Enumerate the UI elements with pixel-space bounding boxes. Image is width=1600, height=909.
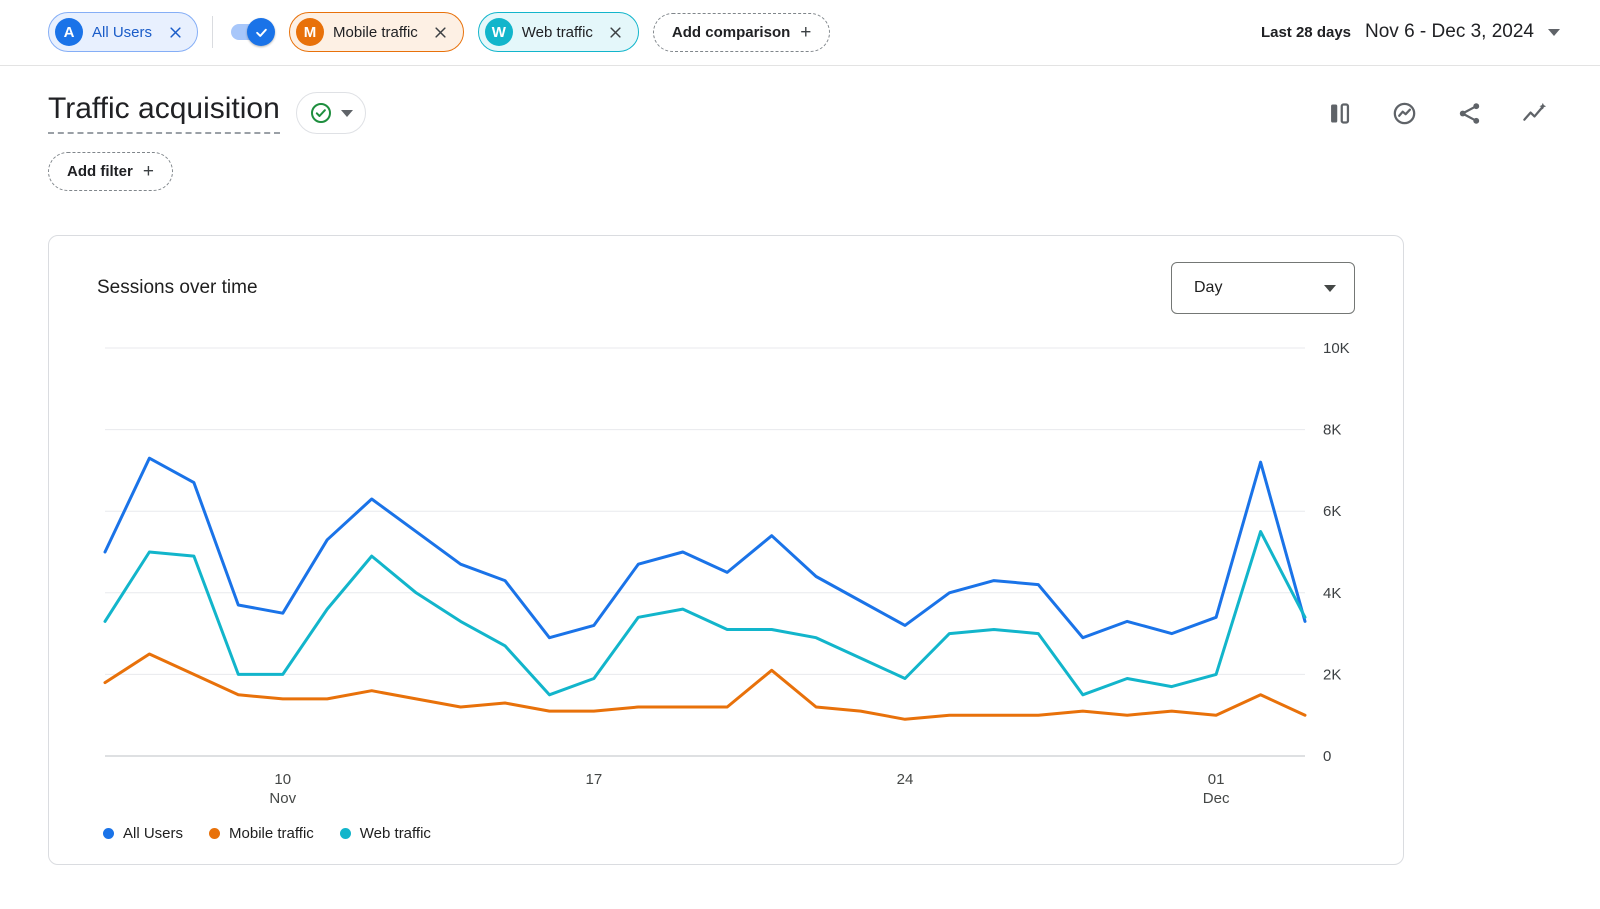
- legend-label: All Users: [123, 825, 183, 842]
- comparison-bar: A All Users M Mobile traffic W Web traff…: [0, 0, 1600, 66]
- comparison-chip-web-traffic[interactable]: W Web traffic: [478, 12, 639, 52]
- legend-dot: [103, 828, 114, 839]
- svg-text:Dec: Dec: [1203, 790, 1230, 807]
- chart-legend: All Users Mobile traffic Web traffic: [103, 825, 1403, 842]
- date-range-selector[interactable]: Last 28 days Nov 6 - Dec 3, 2024: [1261, 21, 1560, 43]
- svg-text:4K: 4K: [1323, 585, 1341, 602]
- compare-reports-icon[interactable]: [1322, 96, 1357, 131]
- sessions-over-time-card: Sessions over time Day 0 2K 4K 6K 8K 10K 10 Nov…: [48, 235, 1404, 865]
- comparison-chip-label: Web traffic: [522, 24, 593, 41]
- comparison-chip-label: Mobile traffic: [333, 24, 418, 41]
- legend-dot: [209, 828, 220, 839]
- check-circle-icon: [309, 101, 333, 125]
- legend-dot: [340, 828, 351, 839]
- close-icon[interactable]: [606, 22, 626, 42]
- close-icon[interactable]: [165, 22, 185, 42]
- legend-label: Web traffic: [360, 825, 431, 842]
- legend-item-all-users: All Users: [103, 825, 183, 842]
- add-filter-button[interactable]: Add filter +: [48, 152, 173, 191]
- svg-text:01: 01: [1208, 771, 1225, 788]
- toggle-thumb-check-icon: [247, 18, 275, 46]
- report-header: Traffic acquisition: [0, 92, 1600, 134]
- svg-text:24: 24: [897, 771, 914, 788]
- share-icon[interactable]: [1452, 96, 1487, 131]
- plus-icon: +: [800, 23, 811, 42]
- divider: [212, 16, 213, 48]
- date-range-preset: Last 28 days: [1261, 24, 1351, 41]
- add-comparison-button[interactable]: Add comparison +: [653, 13, 830, 52]
- add-comparison-label: Add comparison: [672, 24, 790, 41]
- legend-item-mobile-traffic: Mobile traffic: [209, 825, 314, 842]
- comparison-chip-all-users[interactable]: A All Users: [48, 12, 198, 52]
- add-filter-label: Add filter: [67, 163, 133, 180]
- plus-icon: +: [143, 162, 154, 181]
- svg-text:17: 17: [586, 771, 603, 788]
- sessions-chart[interactable]: 0 2K 4K 6K 8K 10K 10 Nov 17 24 01 Dec: [97, 332, 1357, 810]
- chevron-down-icon: [1548, 29, 1560, 36]
- legend-item-web-traffic: Web traffic: [340, 825, 431, 842]
- interval-dropdown[interactable]: Day: [1171, 262, 1355, 314]
- svg-text:0: 0: [1323, 748, 1331, 765]
- chevron-down-icon: [1324, 285, 1336, 292]
- comparison-chip-mobile-traffic[interactable]: M Mobile traffic: [289, 12, 464, 52]
- all-users-avatar: A: [55, 18, 83, 46]
- trending-insights-icon[interactable]: [1517, 96, 1552, 131]
- report-status-dropdown[interactable]: [296, 92, 366, 134]
- chevron-down-icon: [341, 110, 353, 117]
- svg-text:2K: 2K: [1323, 666, 1341, 683]
- svg-text:Nov: Nov: [269, 790, 296, 807]
- svg-text:8K: 8K: [1323, 422, 1341, 439]
- chart-title: Sessions over time: [97, 277, 258, 299]
- interval-value: Day: [1194, 279, 1222, 297]
- web-traffic-avatar: W: [485, 18, 513, 46]
- mobile-traffic-avatar: M: [296, 18, 324, 46]
- svg-text:10: 10: [274, 771, 291, 788]
- svg-text:10K: 10K: [1323, 340, 1350, 357]
- date-range-value: Nov 6 - Dec 3, 2024: [1365, 21, 1534, 43]
- legend-label: Mobile traffic: [229, 825, 314, 842]
- comparison-toggle[interactable]: [227, 18, 275, 46]
- insights-icon[interactable]: [1387, 96, 1422, 131]
- page-title: Traffic acquisition: [48, 92, 280, 134]
- comparison-chip-label: All Users: [92, 24, 152, 41]
- close-icon[interactable]: [431, 22, 451, 42]
- svg-text:6K: 6K: [1323, 503, 1341, 520]
